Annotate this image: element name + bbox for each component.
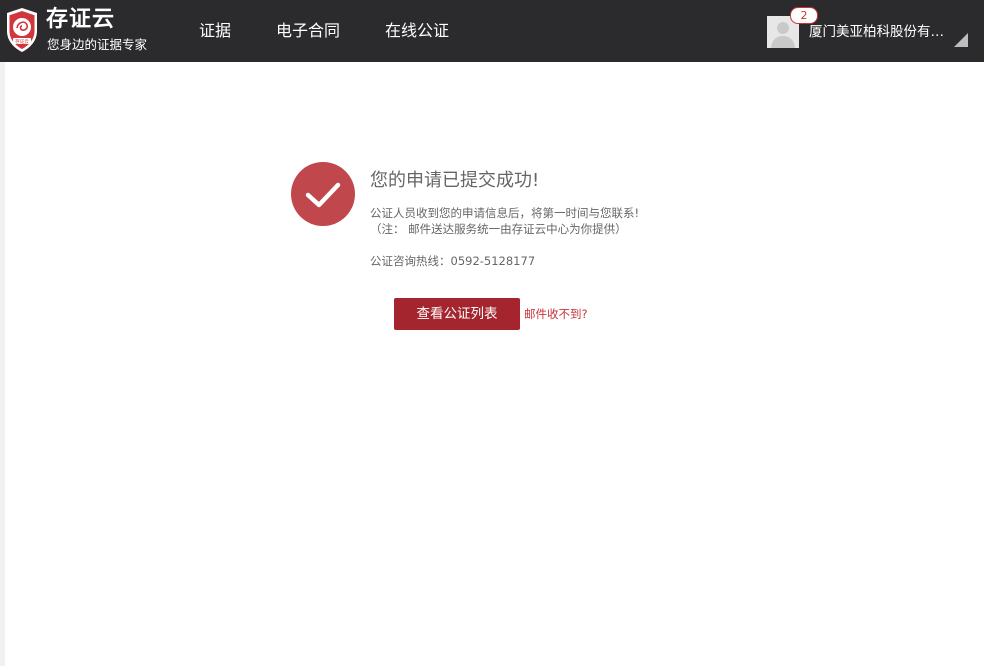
success-title: 您的申请已提交成功! <box>370 170 540 191</box>
mail-not-received-link[interactable]: 邮件收不到? <box>524 306 588 322</box>
shield-logo-icon[interactable]: 存证云 <box>5 7 39 53</box>
nav-item-e-contract[interactable]: 电子合同 <box>276 20 340 42</box>
notary-hotline: 公证咨询热线：0592-5128177 <box>370 254 536 268</box>
top-navigation-bar: 存证云 存证云 您身边的证据专家 证据 电子合同 在线公证 2 厦门美亚柏科股份… <box>0 0 984 62</box>
nav-item-evidence[interactable]: 证据 <box>199 20 231 42</box>
left-edge-divider <box>0 62 5 666</box>
dropdown-caret-icon[interactable] <box>954 33 968 47</box>
brand-slogan: 您身边的证据专家 <box>47 37 148 52</box>
company-name[interactable]: 厦门美亚柏科股份有限公司 <box>809 22 951 42</box>
email-service-note: （注： 邮件送达服务统一由存证云中心为你提供） <box>370 222 627 236</box>
checkmark-icon <box>291 162 355 226</box>
contact-message: 公证人员收到您的申请信息后，将第一时间与您联系! <box>370 206 640 220</box>
logo-badge-text: 存证云 <box>15 38 29 45</box>
nav-item-online-notarization[interactable]: 在线公证 <box>385 20 449 42</box>
view-notarization-list-button[interactable]: 查看公证列表 <box>394 298 520 330</box>
brand-title[interactable]: 存证云 <box>46 6 115 34</box>
